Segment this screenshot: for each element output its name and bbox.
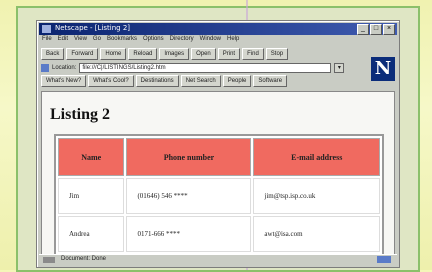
cell-email: jim@tsp.isp.co.uk bbox=[253, 178, 380, 214]
contact-table: Name Phone number E-mail address Jim (01… bbox=[54, 134, 384, 256]
directory-toolbar: What's New? What's Cool? Destinations Ne… bbox=[41, 75, 288, 87]
location-bar: Location: file:///C|/LISTINGS/Listing2.h… bbox=[41, 63, 345, 73]
table-header-row: Name Phone number E-mail address bbox=[58, 138, 380, 176]
netscape-logo[interactable]: N bbox=[371, 57, 395, 81]
table-row: Jim (01646) 546 **** jim@tsp.isp.co.uk bbox=[58, 178, 380, 214]
location-label: Location: bbox=[52, 65, 77, 71]
reload-button[interactable]: Reload bbox=[128, 48, 158, 60]
maximize-button[interactable]: □ bbox=[370, 24, 382, 35]
minimize-button[interactable]: _ bbox=[357, 24, 369, 35]
print-button[interactable]: Print bbox=[217, 48, 241, 60]
images-button[interactable]: Images bbox=[159, 48, 190, 60]
cell-phone: 0171-666 **** bbox=[126, 216, 252, 252]
menu-bar: File Edit View Go Bookmarks Options Dire… bbox=[39, 36, 239, 46]
window-controls: _ □ × bbox=[357, 24, 395, 35]
browser-window: Netscape - [Listing 2] _ □ × File Edit V… bbox=[36, 20, 400, 268]
forward-button[interactable]: Forward bbox=[66, 48, 99, 60]
header-email: E-mail address bbox=[253, 138, 380, 176]
table-row: Andrea 0171-666 **** awt@isa.com bbox=[58, 216, 380, 252]
menu-directory[interactable]: Directory bbox=[170, 36, 194, 46]
page-title: Listing 2 bbox=[50, 106, 111, 123]
menu-edit[interactable]: Edit bbox=[58, 36, 68, 46]
menu-help[interactable]: Help bbox=[227, 36, 239, 46]
people-button[interactable]: People bbox=[222, 75, 252, 87]
cell-phone: (01646) 546 **** bbox=[126, 178, 252, 214]
header-phone: Phone number bbox=[126, 138, 252, 176]
menu-bookmarks[interactable]: Bookmarks bbox=[107, 36, 137, 46]
security-key-icon bbox=[43, 257, 55, 263]
stop-button[interactable]: Stop bbox=[265, 48, 289, 60]
title-bar[interactable]: Netscape - [Listing 2] _ □ × bbox=[39, 23, 397, 35]
net-search-button[interactable]: Net Search bbox=[180, 75, 221, 87]
page-content: Listing 2 Name Phone number E-mail addre… bbox=[41, 91, 395, 257]
status-bar: Document: Done bbox=[39, 254, 397, 265]
close-button[interactable]: × bbox=[383, 24, 395, 35]
app-icon bbox=[42, 25, 51, 33]
find-button[interactable]: Find bbox=[242, 48, 264, 60]
mail-icon[interactable] bbox=[377, 256, 391, 263]
open-button[interactable]: Open bbox=[191, 48, 216, 60]
window-title: Netscape - [Listing 2] bbox=[55, 24, 131, 32]
menu-view[interactable]: View bbox=[74, 36, 87, 46]
location-input[interactable]: file:///C|/LISTINGS/Listing2.htm bbox=[79, 63, 332, 73]
location-dropdown-icon[interactable]: ▾ bbox=[334, 63, 345, 73]
destinations-button[interactable]: Destinations bbox=[135, 75, 179, 87]
whats-new-button[interactable]: What's New? bbox=[41, 75, 87, 87]
menu-go[interactable]: Go bbox=[93, 36, 101, 46]
navigation-toolbar: Back Forward Home Reload Images Open Pri… bbox=[41, 48, 289, 60]
header-name: Name bbox=[58, 138, 125, 176]
back-button[interactable]: Back bbox=[41, 48, 65, 60]
home-button[interactable]: Home bbox=[100, 48, 127, 60]
cell-name: Jim bbox=[58, 178, 125, 214]
bookmark-icon[interactable] bbox=[41, 64, 49, 72]
cell-name: Andrea bbox=[58, 216, 125, 252]
menu-file[interactable]: File bbox=[42, 36, 52, 46]
status-text: Document: Done bbox=[61, 256, 107, 262]
cell-email: awt@isa.com bbox=[253, 216, 380, 252]
menu-options[interactable]: Options bbox=[143, 36, 164, 46]
menu-window[interactable]: Window bbox=[200, 36, 221, 46]
whats-cool-button[interactable]: What's Cool? bbox=[88, 75, 134, 87]
software-button[interactable]: Software bbox=[253, 75, 288, 87]
